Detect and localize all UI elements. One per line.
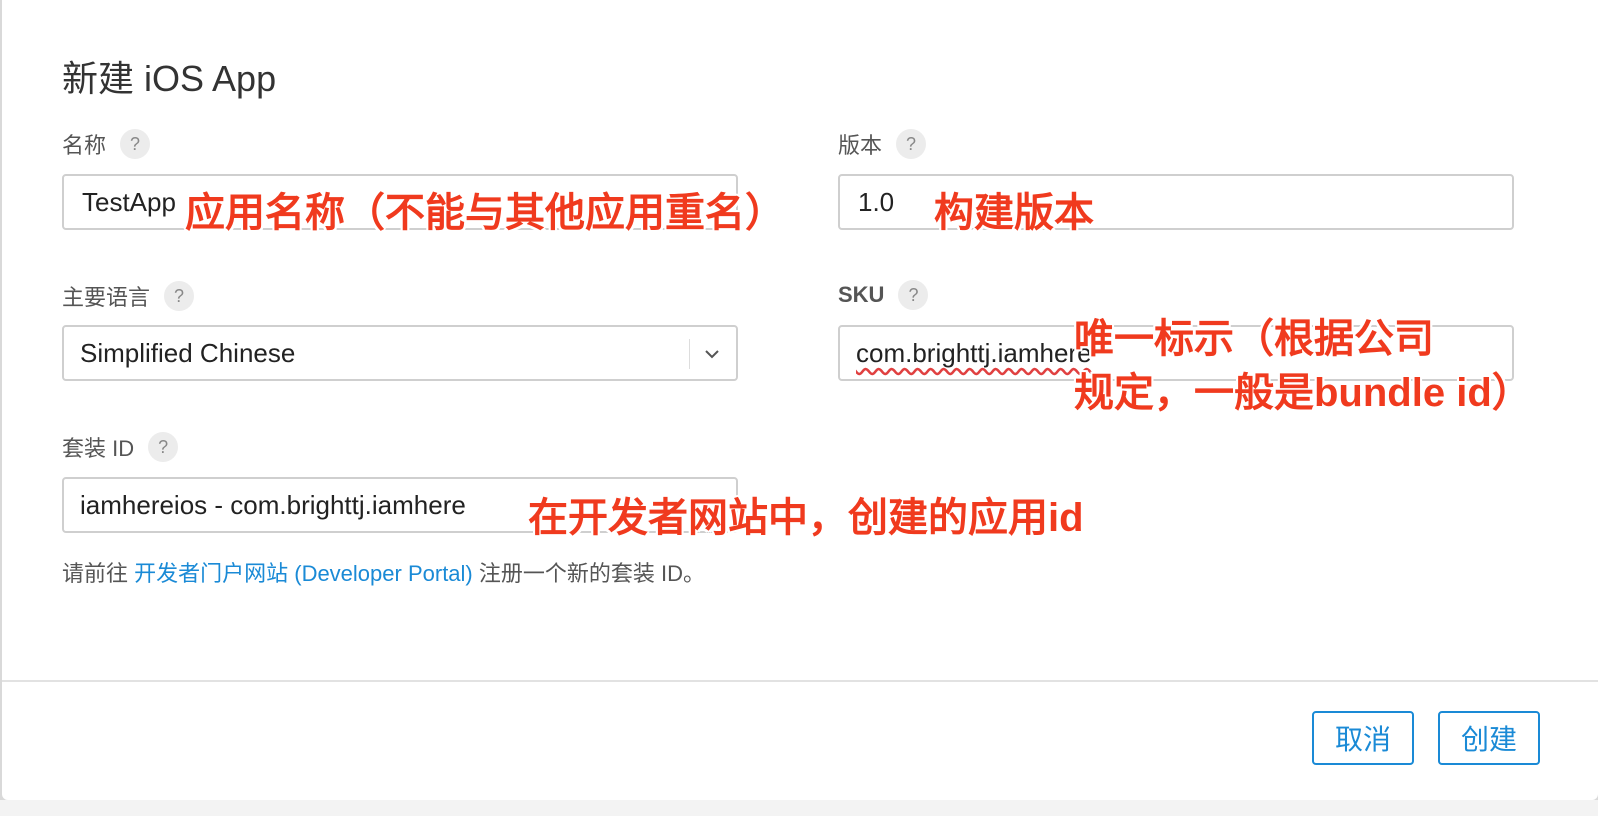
sku-help-icon[interactable]: ? <box>898 280 929 310</box>
sku-input[interactable]: com.brighttj.iamhere <box>856 338 1092 369</box>
language-label: 主要语言 ? <box>62 280 195 312</box>
developer-portal-link[interactable]: 开发者门户网站 (Developer Portal) <box>134 561 473 586</box>
name-help-icon[interactable]: ? <box>120 129 151 159</box>
annotation-sku-line1: 唯一标示（根据公司 <box>1074 317 1434 361</box>
annotation-sku-line2: 规定，一般是bundle id） <box>1074 371 1532 415</box>
name-label-text: 名称 <box>62 133 107 158</box>
bundle-id-value: iamhereios - com.brighttj.iamhere <box>80 489 466 520</box>
version-help-icon[interactable]: ? <box>896 129 927 159</box>
hint-prefix: 请前往 <box>62 561 135 586</box>
language-select[interactable]: Simplified Chinese <box>62 325 738 381</box>
language-select-value: Simplified Chinese <box>80 337 296 368</box>
name-label: 名称 ? <box>62 128 151 160</box>
dialog-title: 新建 iOS App <box>62 58 277 99</box>
language-help-icon[interactable]: ? <box>164 281 195 311</box>
developer-portal-hint: 请前往 开发者门户网站 (Developer Portal) 注册一个新的套装 … <box>62 558 762 590</box>
version-label: 版本 ? <box>838 128 927 160</box>
new-ios-app-dialog: 新建 iOS App 名称 ? 版本 ? 主要语言 ? Simplified C… <box>2 0 1598 800</box>
bundle-id-label: 套装 ID ? <box>62 431 179 463</box>
select-divider <box>689 339 690 369</box>
cancel-button[interactable]: 取消 <box>1312 711 1414 765</box>
version-label-text: 版本 <box>838 133 883 158</box>
bundle-id-help-icon[interactable]: ? <box>148 432 179 462</box>
background-page-peek <box>0 800 1598 816</box>
chevron-down-icon[interactable] <box>702 339 722 369</box>
sku-label-text: SKU <box>838 282 885 307</box>
annotation-bundle: 在开发者网站中，创建的应用id <box>528 496 1084 540</box>
sku-label: SKU ? <box>838 280 929 310</box>
language-label-text: 主要语言 <box>62 285 151 310</box>
create-button[interactable]: 创建 <box>1438 711 1540 765</box>
footer-divider <box>2 680 1598 682</box>
bundle-id-label-text: 套装 ID <box>62 436 135 461</box>
annotation-name: 应用名称（不能与其他应用重名） <box>185 191 785 235</box>
annotation-version: 构建版本 <box>934 191 1094 235</box>
hint-suffix: 注册一个新的套装 ID。 <box>472 561 705 586</box>
